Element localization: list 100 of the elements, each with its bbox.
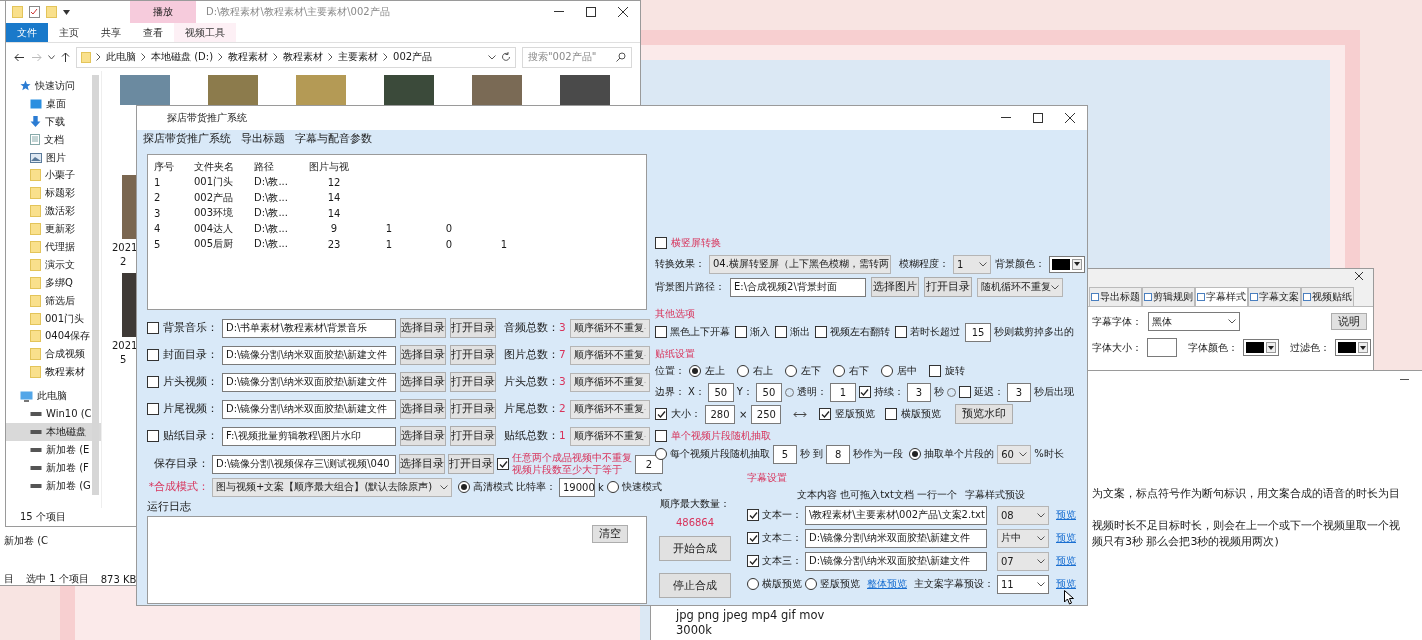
input-field[interactable]: \教程素材\主要素材\002产品\文案2.txt (805, 505, 987, 525)
dropdown[interactable]: 60 (997, 444, 1032, 464)
nav-item[interactable]: 下载 (6, 112, 101, 131)
checkbox[interactable] (858, 386, 871, 398)
radio-button[interactable] (458, 481, 470, 493)
input-field[interactable]: E:\合成视频2\背景封面 (730, 277, 866, 297)
input-field[interactable]: D:\镜像分割\纳米双面胶垫\新建文件 (222, 399, 396, 419)
breadcrumb[interactable]: 002产品 (393, 50, 433, 64)
radio-button[interactable] (606, 481, 619, 493)
scrollbar[interactable] (92, 75, 99, 495)
nav-item[interactable]: 新加卷 (F (6, 458, 101, 477)
checkbox[interactable] (655, 430, 667, 442)
checkbox[interactable] (929, 365, 941, 377)
checkbox[interactable] (147, 349, 159, 361)
tab[interactable]: 字幕样式 (1195, 287, 1248, 306)
menu-item[interactable]: 导出标题 (241, 132, 285, 146)
nav-item[interactable]: 图片 (6, 148, 101, 167)
nav-item[interactable]: 新加卷 (C (4, 534, 49, 548)
ribbon-tab[interactable]: 共享 (90, 23, 132, 42)
radio-button[interactable] (805, 578, 817, 590)
checkbox[interactable] (655, 237, 667, 249)
nav-item[interactable]: 筛选后 (6, 291, 101, 310)
preview-link[interactable]: 整体预览 (867, 577, 907, 591)
dropdown-arrow-icon[interactable] (63, 9, 70, 15)
checkbox[interactable] (885, 408, 898, 420)
refresh-icon[interactable] (501, 52, 511, 62)
swap-arrows-icon[interactable] (793, 410, 808, 418)
input-field[interactable]: D:\书单素材\教程素材\背景音乐 (222, 318, 396, 338)
nav-item[interactable]: 更新彩 (6, 220, 101, 238)
input-field[interactable]: 2 (635, 454, 663, 474)
input-field[interactable]: 1 (829, 382, 856, 402)
input-field[interactable]: 3 (906, 382, 931, 402)
dropdown[interactable]: 随机循环不重复 (977, 277, 1063, 297)
checkbox[interactable] (958, 386, 971, 398)
column-header[interactable]: 图片与视 (309, 159, 359, 174)
directory-button[interactable]: 选择目录 (400, 426, 446, 446)
checkbox[interactable] (747, 555, 759, 567)
input-field[interactable]: 3 (1006, 382, 1031, 402)
stop-button[interactable]: 停止合成 (659, 573, 731, 598)
column-header[interactable]: 序号 (154, 159, 194, 174)
action-button[interactable]: 选择图片 (871, 277, 919, 297)
column-header[interactable]: 文件夹名 (194, 159, 254, 174)
ribbon-tab[interactable]: 主页 (48, 23, 90, 42)
checkbox[interactable] (815, 326, 827, 338)
input-field[interactable]: D:\镜像分割\视频保存三\测试视频\040 (212, 454, 396, 474)
checkbox[interactable] (895, 326, 907, 338)
checkbox[interactable] (775, 326, 787, 338)
menu-item[interactable]: 探店带货推广系统 (143, 132, 231, 146)
close-icon[interactable] (618, 7, 628, 17)
dropdown[interactable]: 11 (997, 574, 1049, 594)
menu-item[interactable]: 字幕与配音参数 (295, 132, 372, 146)
nav-item[interactable]: 代理据 (6, 238, 101, 256)
dropdown[interactable]: 图与视频+文案【顺序最大组合】(默认去除原声) (212, 477, 452, 497)
chevron-down-icon[interactable] (48, 54, 55, 60)
radio-button[interactable] (689, 365, 701, 377)
directory-button[interactable]: 选择目录 (399, 454, 445, 474)
radio-button[interactable] (833, 365, 845, 377)
input-field[interactable]: D:\镜像分割\纳米双面胶垫\新建文件 (222, 372, 396, 392)
minimize-icon[interactable] (554, 11, 564, 13)
input-field[interactable]: 250 (751, 404, 782, 424)
dropdown[interactable]: 04.横屏转竖屏（上下黑色模糊，需转两 (709, 254, 891, 274)
maximize-icon[interactable] (586, 7, 596, 17)
input-field[interactable]: D:\镜像分割\纳米双面胶垫\新建文件 (805, 528, 987, 548)
nav-item[interactable]: 0404保存 (6, 327, 101, 346)
radio-button[interactable] (737, 365, 749, 377)
directory-button[interactable]: 打开目录 (450, 372, 496, 392)
input-field[interactable]: 50 (707, 382, 734, 402)
directory-button[interactable]: 打开目录 (450, 426, 496, 446)
nav-item[interactable]: 小栗子 (6, 166, 101, 185)
nav-item[interactable]: 激活彩 (6, 202, 101, 221)
ribbon-tab[interactable]: 查看 (132, 23, 174, 42)
color-picker[interactable] (1243, 339, 1279, 356)
preview-link[interactable]: 预览 (1056, 531, 1076, 545)
checkbox[interactable] (655, 408, 667, 420)
checkbox[interactable] (147, 430, 159, 442)
input-field[interactable]: 50 (755, 382, 782, 402)
breadcrumb[interactable]: 本地磁盘 (D:) (151, 50, 214, 64)
action-button[interactable]: 打开目录 (924, 277, 972, 297)
directory-button[interactable]: 打开目录 (450, 399, 496, 419)
radio-button[interactable] (747, 578, 759, 590)
nav-item[interactable]: 新加卷 (G (6, 476, 101, 495)
directory-button[interactable]: 选择目录 (400, 345, 446, 365)
color-picker[interactable] (1335, 339, 1371, 356)
checkbox[interactable] (147, 403, 159, 415)
close-icon[interactable] (1065, 113, 1075, 123)
dropdown[interactable]: 1 (953, 254, 991, 274)
directory-button[interactable]: 打开目录 (450, 345, 496, 365)
nav-item[interactable]: 合成视频 (6, 345, 101, 364)
nav-item[interactable]: 本地磁盘 (6, 422, 101, 441)
nav-item[interactable]: 教程素材 (6, 363, 101, 382)
color-picker[interactable] (1049, 255, 1085, 273)
input-field[interactable]: 15 (965, 322, 991, 342)
dropdown[interactable]: 片中 (997, 528, 1049, 548)
close-icon[interactable] (1355, 272, 1363, 280)
nav-item[interactable]: 标题彩 (6, 184, 101, 203)
radio-button[interactable] (655, 448, 667, 460)
radio-button[interactable] (881, 365, 893, 377)
checkbox[interactable] (147, 322, 159, 334)
checkbox[interactable] (655, 326, 667, 338)
preview-link[interactable]: 预览 (1056, 508, 1076, 522)
